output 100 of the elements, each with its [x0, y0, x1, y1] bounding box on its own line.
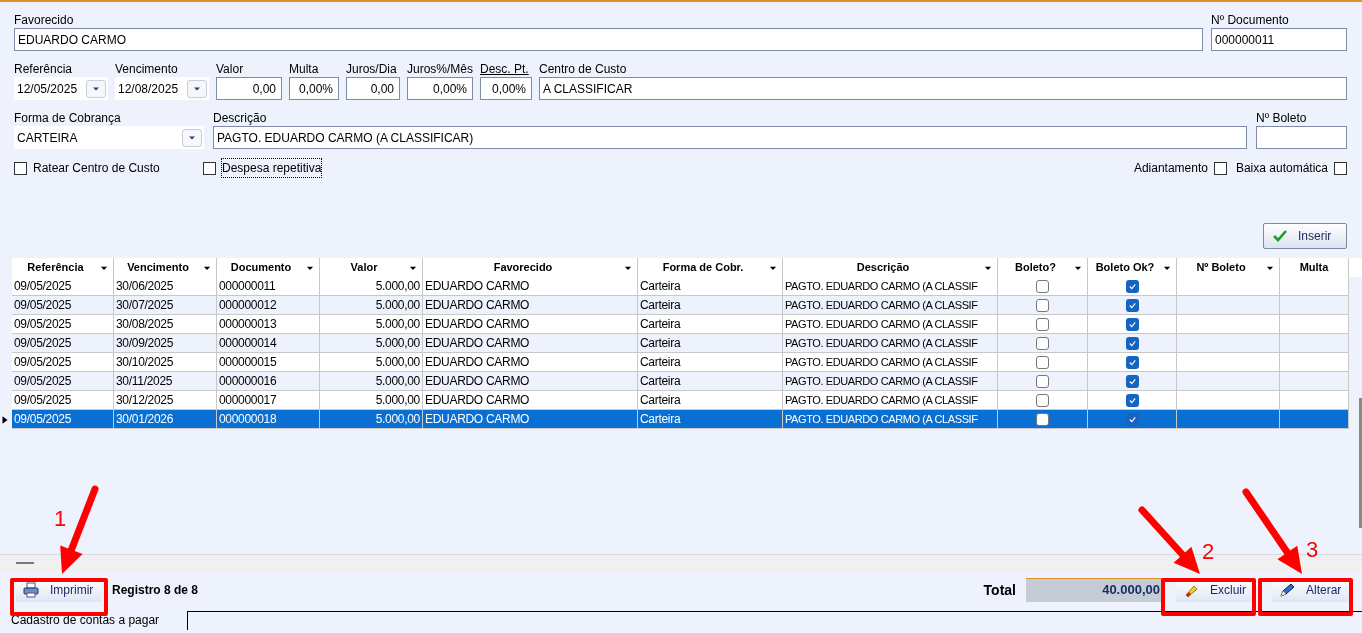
checkbox[interactable]: [1125, 374, 1139, 388]
input-field[interactable]: PAGTO. EDUARDO CARMO (A CLASSIFICAR): [213, 126, 1247, 149]
field-label: Favorecido: [14, 12, 74, 28]
table-cell: 09/05/2025: [12, 353, 114, 371]
dropdown-field[interactable]: CARTEIRA: [14, 126, 204, 149]
input-field[interactable]: 0,00%: [289, 77, 339, 100]
annotation-number: 2: [1202, 540, 1215, 564]
table-cell: 000000016: [217, 372, 320, 390]
field-label: Valor: [216, 61, 244, 77]
table-cell: EDUARDO CARMO: [423, 391, 638, 409]
table-cell: PAGTO. EDUARDO CARMO (A CLASSIF: [783, 334, 998, 352]
table-cell: 5.000,00: [320, 410, 423, 428]
input-field[interactable]: 0,00: [346, 77, 400, 100]
table-cell: 09/05/2025: [12, 315, 114, 333]
field-label: Descrição: [213, 110, 267, 126]
insert-button[interactable]: Inserir: [1263, 223, 1347, 249]
checkbox[interactable]: [1125, 336, 1139, 350]
table-cell: 000000017: [217, 391, 320, 409]
checkbox[interactable]: [1125, 317, 1139, 331]
table-cell: 5.000,00: [320, 391, 423, 409]
table-cell: EDUARDO CARMO: [423, 353, 638, 371]
table-cell: PAGTO. EDUARDO CARMO (A CLASSIF: [783, 315, 998, 333]
input-field[interactable]: 0,00%: [480, 77, 532, 100]
table-cell: PAGTO. EDUARDO CARMO (A CLASSIF: [783, 410, 998, 428]
checkbox-label: Baixa automática: [1235, 160, 1328, 177]
table-cell: Carteira: [638, 372, 783, 390]
checkbox[interactable]: [1334, 161, 1347, 175]
field-label: Centro de Custo: [539, 61, 627, 77]
checkbox[interactable]: [1213, 161, 1227, 175]
field-label: Vencimento: [115, 61, 178, 77]
table-cell: 000000011: [217, 277, 320, 295]
table-cell: 30/07/2025: [114, 296, 217, 314]
checkbox-label: Adiantamento: [1133, 160, 1208, 177]
table-cell: EDUARDO CARMO: [423, 410, 638, 428]
checkbox[interactable]: [1125, 393, 1139, 407]
annotation-number: 3: [1306, 538, 1319, 562]
checkbox[interactable]: [1036, 412, 1049, 426]
splitter-handle[interactable]: [16, 562, 34, 564]
field-label: Juros/Dia: [346, 61, 397, 77]
table-cell: PAGTO. EDUARDO CARMO (A CLASSIF: [783, 391, 998, 409]
total-label: Total: [983, 580, 1016, 600]
checkbox[interactable]: [14, 161, 27, 175]
table-cell: 09/05/2025: [12, 334, 114, 352]
field-label: Nº Documento: [1211, 12, 1289, 28]
field-label: Multa: [289, 61, 319, 77]
table-cell: 30/01/2026: [114, 410, 217, 428]
table-cell: 09/05/2025: [12, 410, 114, 428]
table-cell: Carteira: [638, 410, 783, 428]
table-cell: Carteira: [638, 296, 783, 314]
input-field[interactable]: 0,00: [216, 77, 282, 100]
printer-icon: [22, 582, 40, 598]
input-field[interactable]: [1256, 126, 1347, 149]
checkbox[interactable]: [1125, 355, 1139, 369]
dropdown-field[interactable]: 12/05/2025: [14, 77, 108, 100]
table-cell: PAGTO. EDUARDO CARMO (A CLASSIF: [783, 353, 998, 371]
annotation-number: 1: [54, 507, 67, 531]
table-cell: 5.000,00: [320, 334, 423, 352]
table-cell: 30/09/2025: [114, 334, 217, 352]
table-cell: 09/05/2025: [12, 391, 114, 409]
input-field[interactable]: 0,00%: [407, 77, 473, 100]
table-cell: 000000015: [217, 353, 320, 371]
table-cell: 30/06/2025: [114, 277, 217, 295]
input-field[interactable]: A CLASSIFICAR: [539, 77, 1347, 100]
checkbox[interactable]: [1036, 298, 1049, 312]
field-label: Juros%/Mês: [407, 61, 474, 77]
checkbox[interactable]: [1125, 298, 1139, 312]
table-cell: Carteira: [638, 315, 783, 333]
checkbox[interactable]: [1036, 279, 1049, 293]
table-cell: 5.000,00: [320, 296, 423, 314]
field-label: Forma de Cobrança: [14, 110, 121, 126]
table-cell: Carteira: [638, 277, 783, 295]
table-cell: 5.000,00: [320, 315, 423, 333]
checkbox[interactable]: [203, 161, 216, 175]
table-cell: EDUARDO CARMO: [423, 334, 638, 352]
checkbox[interactable]: [1036, 336, 1049, 350]
field-label: Desc. Pt.: [480, 61, 529, 77]
table-cell: 09/05/2025: [12, 296, 114, 314]
checkbox[interactable]: [1036, 317, 1049, 331]
checkbox[interactable]: [1036, 374, 1049, 388]
table-cell: 30/12/2025: [114, 391, 217, 409]
checkbox-label: Ratear Centro de Custo: [33, 160, 160, 177]
table-cell: EDUARDO CARMO: [423, 315, 638, 333]
checkbox[interactable]: [1036, 355, 1049, 369]
table-cell: Carteira: [638, 391, 783, 409]
table-cell: 000000014: [217, 334, 320, 352]
table-cell: PAGTO. EDUARDO CARMO (A CLASSIF: [783, 296, 998, 314]
table-cell: EDUARDO CARMO: [423, 296, 638, 314]
checkbox[interactable]: [1036, 393, 1049, 407]
checkbox[interactable]: [1125, 279, 1139, 293]
table-cell: PAGTO. EDUARDO CARMO (A CLASSIF: [783, 372, 998, 390]
scrollbar-thumb[interactable]: [1359, 398, 1362, 528]
checkbox[interactable]: [1125, 412, 1139, 426]
table-cell: 000000018: [217, 410, 320, 428]
dropdown-field[interactable]: 12/08/2025: [115, 77, 209, 100]
input-field[interactable]: EDUARDO CARMO: [14, 28, 1203, 51]
table-cell: Carteira: [638, 353, 783, 371]
table-cell: 000000012: [217, 296, 320, 314]
table-cell: 09/05/2025: [12, 277, 114, 295]
table-cell: Carteira: [638, 334, 783, 352]
input-field[interactable]: 000000011: [1211, 28, 1347, 51]
